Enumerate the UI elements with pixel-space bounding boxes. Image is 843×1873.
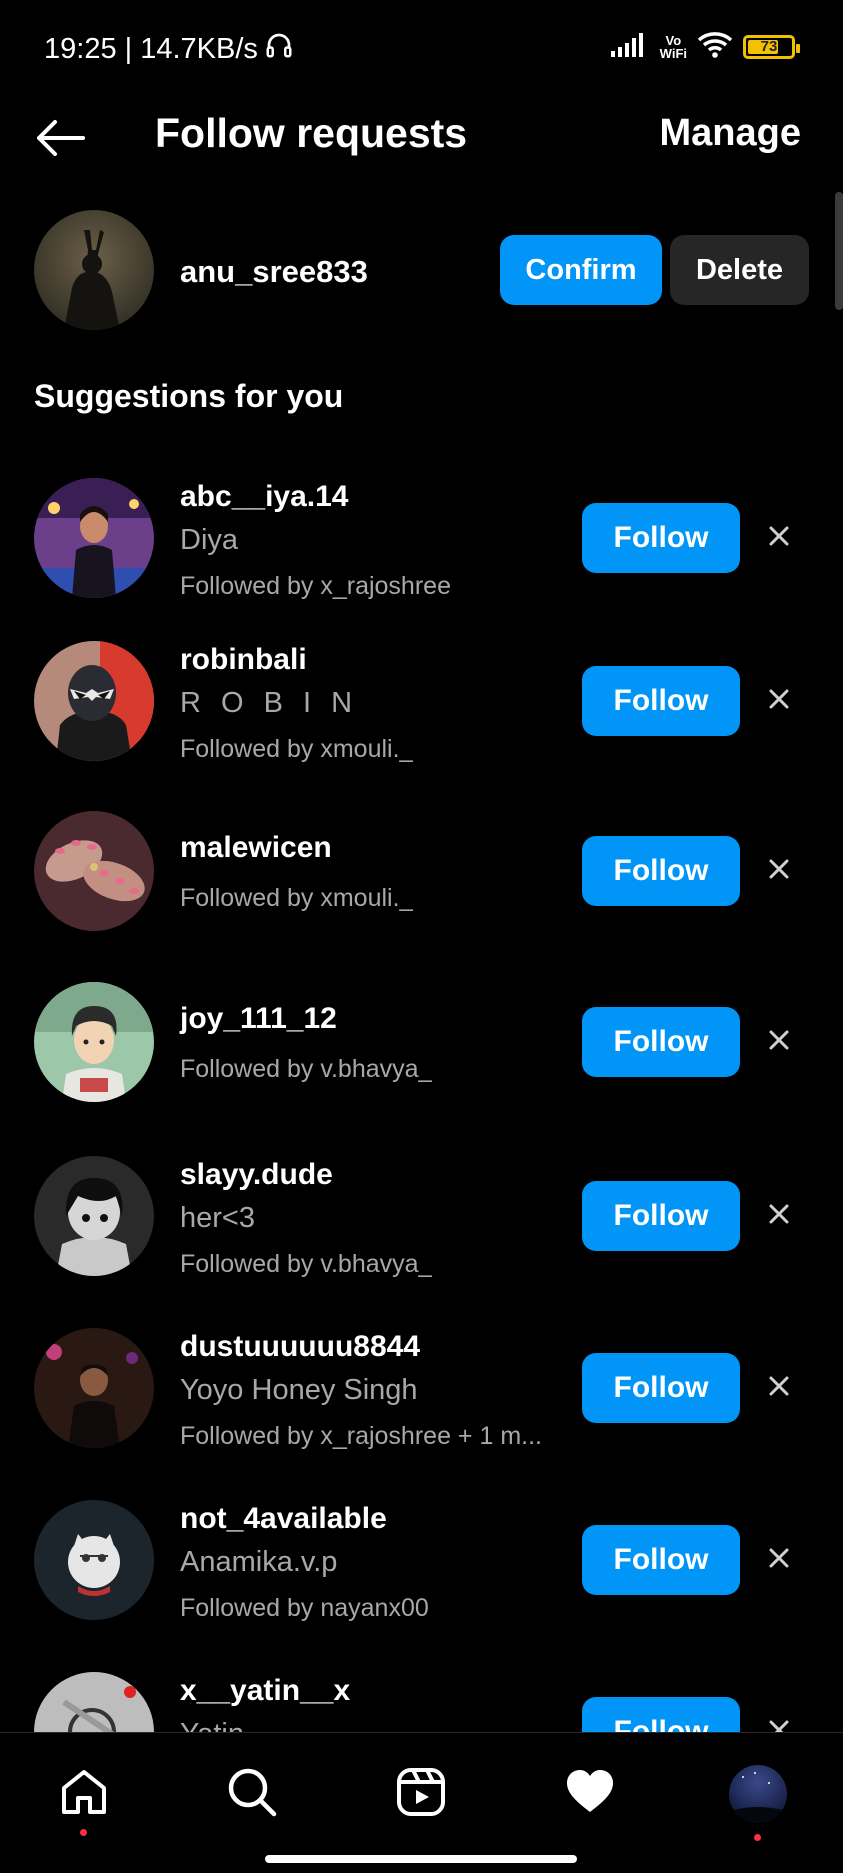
suggestion-username[interactable]: not_4available: [180, 1502, 387, 1536]
battery-icon: 73: [743, 34, 800, 59]
search-icon: [226, 1766, 278, 1823]
headphones-icon: [264, 30, 294, 68]
suggestion-username[interactable]: abc__iya.14: [180, 480, 348, 514]
dismiss-button[interactable]: [762, 684, 796, 718]
list-item: joy_111_12 Followed by v.bhavya_ Follow: [0, 982, 843, 1102]
status-left: 19:25 | 14.7KB/s: [44, 30, 294, 68]
follow-button[interactable]: Follow: [582, 1353, 740, 1423]
avatar[interactable]: [34, 478, 154, 598]
close-icon: [768, 1029, 790, 1056]
dismiss-button[interactable]: [762, 1025, 796, 1059]
close-icon: [768, 1719, 790, 1732]
home-indicator[interactable]: [265, 1855, 577, 1863]
wifi-icon: [697, 30, 733, 63]
dismiss-button[interactable]: [762, 521, 796, 555]
follow-button[interactable]: Follow: [582, 666, 740, 736]
list-item: malewicen Followed by xmouli._ Follow: [0, 811, 843, 931]
follow-button[interactable]: Follow: [582, 503, 740, 573]
list-item: slayy.dude her<3 Followed by v.bhavya_ F…: [0, 1156, 843, 1278]
request-username[interactable]: anu_sree833: [180, 254, 368, 290]
list-item: not_4available Anamika.v.p Followed by n…: [0, 1500, 843, 1622]
home-icon: [58, 1766, 110, 1823]
suggestion-username[interactable]: robinbali: [180, 643, 307, 677]
suggestion-followed-by: Followed by x_rajoshree: [180, 572, 451, 600]
suggestion-followed-by: Followed by v.bhavya_: [180, 1250, 433, 1278]
status-right: Vo WiFi 73: [610, 30, 800, 63]
suggestion-full-name: R O B I N: [180, 687, 359, 719]
vowifi-top: Vo: [665, 32, 682, 48]
follow-button[interactable]: Follow: [582, 1525, 740, 1595]
dismiss-button[interactable]: [762, 1371, 796, 1405]
bottom-nav: [0, 1732, 843, 1873]
close-icon: [768, 688, 790, 715]
suggestion-followed-by: Followed by xmouli._: [180, 884, 414, 912]
suggestion-username[interactable]: malewicen: [180, 831, 332, 865]
back-arrow-icon: [35, 118, 85, 163]
suggestion-full-name: her<3: [180, 1202, 255, 1234]
notification-dot: [80, 1829, 87, 1836]
suggestion-followed-by: Followed by nayanx00: [180, 1594, 429, 1622]
close-icon: [768, 1375, 790, 1402]
avatar[interactable]: [34, 1672, 154, 1732]
avatar[interactable]: [34, 210, 154, 330]
nav-profile[interactable]: [723, 1759, 793, 1841]
avatar[interactable]: [34, 811, 154, 931]
list-item: abc__iya.14 Diya Followed by x_rajoshree…: [0, 478, 843, 600]
suggestion-followed-by: Followed by v.bhavya_: [180, 1055, 433, 1083]
nav-activity[interactable]: [555, 1759, 625, 1829]
nav-reels[interactable]: [386, 1759, 456, 1829]
follow-button[interactable]: Follow: [582, 1007, 740, 1077]
confirm-button[interactable]: Confirm: [500, 235, 662, 305]
vowifi-indicator: Vo WiFi: [660, 34, 687, 60]
battery-percent: 73: [760, 38, 778, 55]
list-item: robinbali R O B I N Followed by xmouli._…: [0, 641, 843, 763]
suggestion-followed-by: Followed by x_rajoshree + 1 m...: [180, 1422, 542, 1450]
delete-button[interactable]: Delete: [670, 235, 809, 305]
avatar[interactable]: [34, 1156, 154, 1276]
dismiss-button[interactable]: [762, 1199, 796, 1233]
close-icon: [768, 1203, 790, 1230]
suggestion-followed-by: Followed by xmouli._: [180, 735, 414, 763]
avatar[interactable]: [34, 982, 154, 1102]
nav-home[interactable]: [49, 1759, 119, 1836]
suggestion-full-name: Diya: [180, 524, 239, 556]
suggestion-full-name: Anamika.v.p: [180, 1546, 338, 1578]
profile-avatar: [729, 1765, 787, 1823]
vowifi-bottom: WiFi: [659, 45, 687, 61]
suggestion-full-name: Yoyo Honey Singh: [180, 1374, 418, 1406]
status-time-speed: 19:25 | 14.7KB/s: [44, 32, 258, 65]
suggestion-username[interactable]: slayy.dude: [180, 1158, 333, 1192]
close-icon: [768, 858, 790, 885]
follow-button[interactable]: Follow: [582, 1181, 740, 1251]
close-icon: [768, 525, 790, 552]
avatar[interactable]: [34, 1328, 154, 1448]
list-item: dustuuuuuu8844 Yoyo Honey Singh Followed…: [0, 1328, 843, 1450]
list-item: x__yatin__x Yatin Follow: [0, 1672, 843, 1732]
follow-button[interactable]: Follow: [582, 1697, 740, 1732]
follow-request-row: anu_sree833 Confirm Delete: [0, 210, 843, 330]
suggestions-title: Suggestions for you: [34, 378, 344, 414]
notification-dot: [754, 1834, 761, 1841]
suggestions-list: abc__iya.14 Diya Followed by x_rajoshree…: [0, 478, 843, 1732]
suggestion-username[interactable]: x__yatin__x: [180, 1674, 350, 1708]
close-icon: [768, 1547, 790, 1574]
nav-search[interactable]: [217, 1759, 287, 1829]
suggestion-full-name: Yatin: [180, 1718, 244, 1732]
heart-icon: [564, 1766, 616, 1823]
status-bar: 19:25 | 14.7KB/s Vo WiFi 73: [0, 0, 843, 96]
dismiss-button[interactable]: [762, 854, 796, 888]
reels-icon: [395, 1766, 447, 1823]
back-button[interactable]: [32, 112, 88, 168]
page-title: Follow requests: [155, 110, 468, 156]
suggestion-username[interactable]: joy_111_12: [180, 1002, 337, 1036]
signal-icon: [610, 31, 650, 62]
follow-button[interactable]: Follow: [582, 836, 740, 906]
dismiss-button[interactable]: [762, 1543, 796, 1577]
header: Follow requests Manage: [0, 96, 843, 186]
manage-button[interactable]: Manage: [660, 112, 801, 155]
avatar[interactable]: [34, 1500, 154, 1620]
avatar[interactable]: [34, 641, 154, 761]
suggestion-username[interactable]: dustuuuuuu8844: [180, 1330, 420, 1364]
dismiss-button[interactable]: [762, 1715, 796, 1732]
